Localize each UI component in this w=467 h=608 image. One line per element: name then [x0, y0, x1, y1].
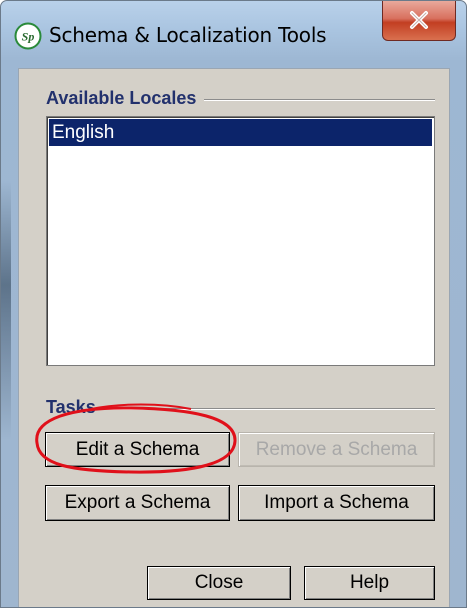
- remove-schema-label: Remove a Schema: [255, 439, 418, 460]
- help-button[interactable]: Help: [304, 566, 435, 600]
- locales-list[interactable]: English: [46, 116, 435, 366]
- export-schema-label: Export a Schema: [64, 492, 211, 513]
- close-label: Close: [194, 572, 244, 593]
- close-button[interactable]: Close: [147, 566, 291, 600]
- remove-schema-button[interactable]: Remove a Schema: [238, 432, 435, 467]
- import-schema-button[interactable]: Import a Schema: [238, 485, 435, 521]
- window-close-button[interactable]: [382, 1, 456, 41]
- export-schema-button[interactable]: Export a Schema: [45, 485, 230, 521]
- tasks-heading: Tasks: [46, 397, 104, 418]
- window-title: Schema & Localization Tools: [49, 23, 327, 47]
- svg-text:Sp: Sp: [22, 30, 35, 44]
- dialog-window: Sp Schema & Localization Tools Available…: [0, 0, 467, 608]
- help-label: Help: [349, 572, 390, 593]
- close-x-icon: [410, 11, 428, 29]
- window-frame-shadow: [1, 181, 11, 441]
- edit-schema-button[interactable]: Edit a Schema: [45, 432, 230, 467]
- app-icon: Sp: [14, 22, 42, 50]
- title-bar[interactable]: Sp Schema & Localization Tools: [1, 1, 466, 53]
- available-locales-heading: Available Locales: [46, 88, 205, 109]
- edit-schema-label: Edit a Schema: [75, 439, 200, 460]
- import-schema-label: Import a Schema: [264, 492, 409, 513]
- locale-item-english[interactable]: English: [49, 119, 432, 146]
- tasks-separator: [49, 408, 435, 410]
- dialog-content: Available Locales English Tasks Edit a S…: [18, 68, 450, 607]
